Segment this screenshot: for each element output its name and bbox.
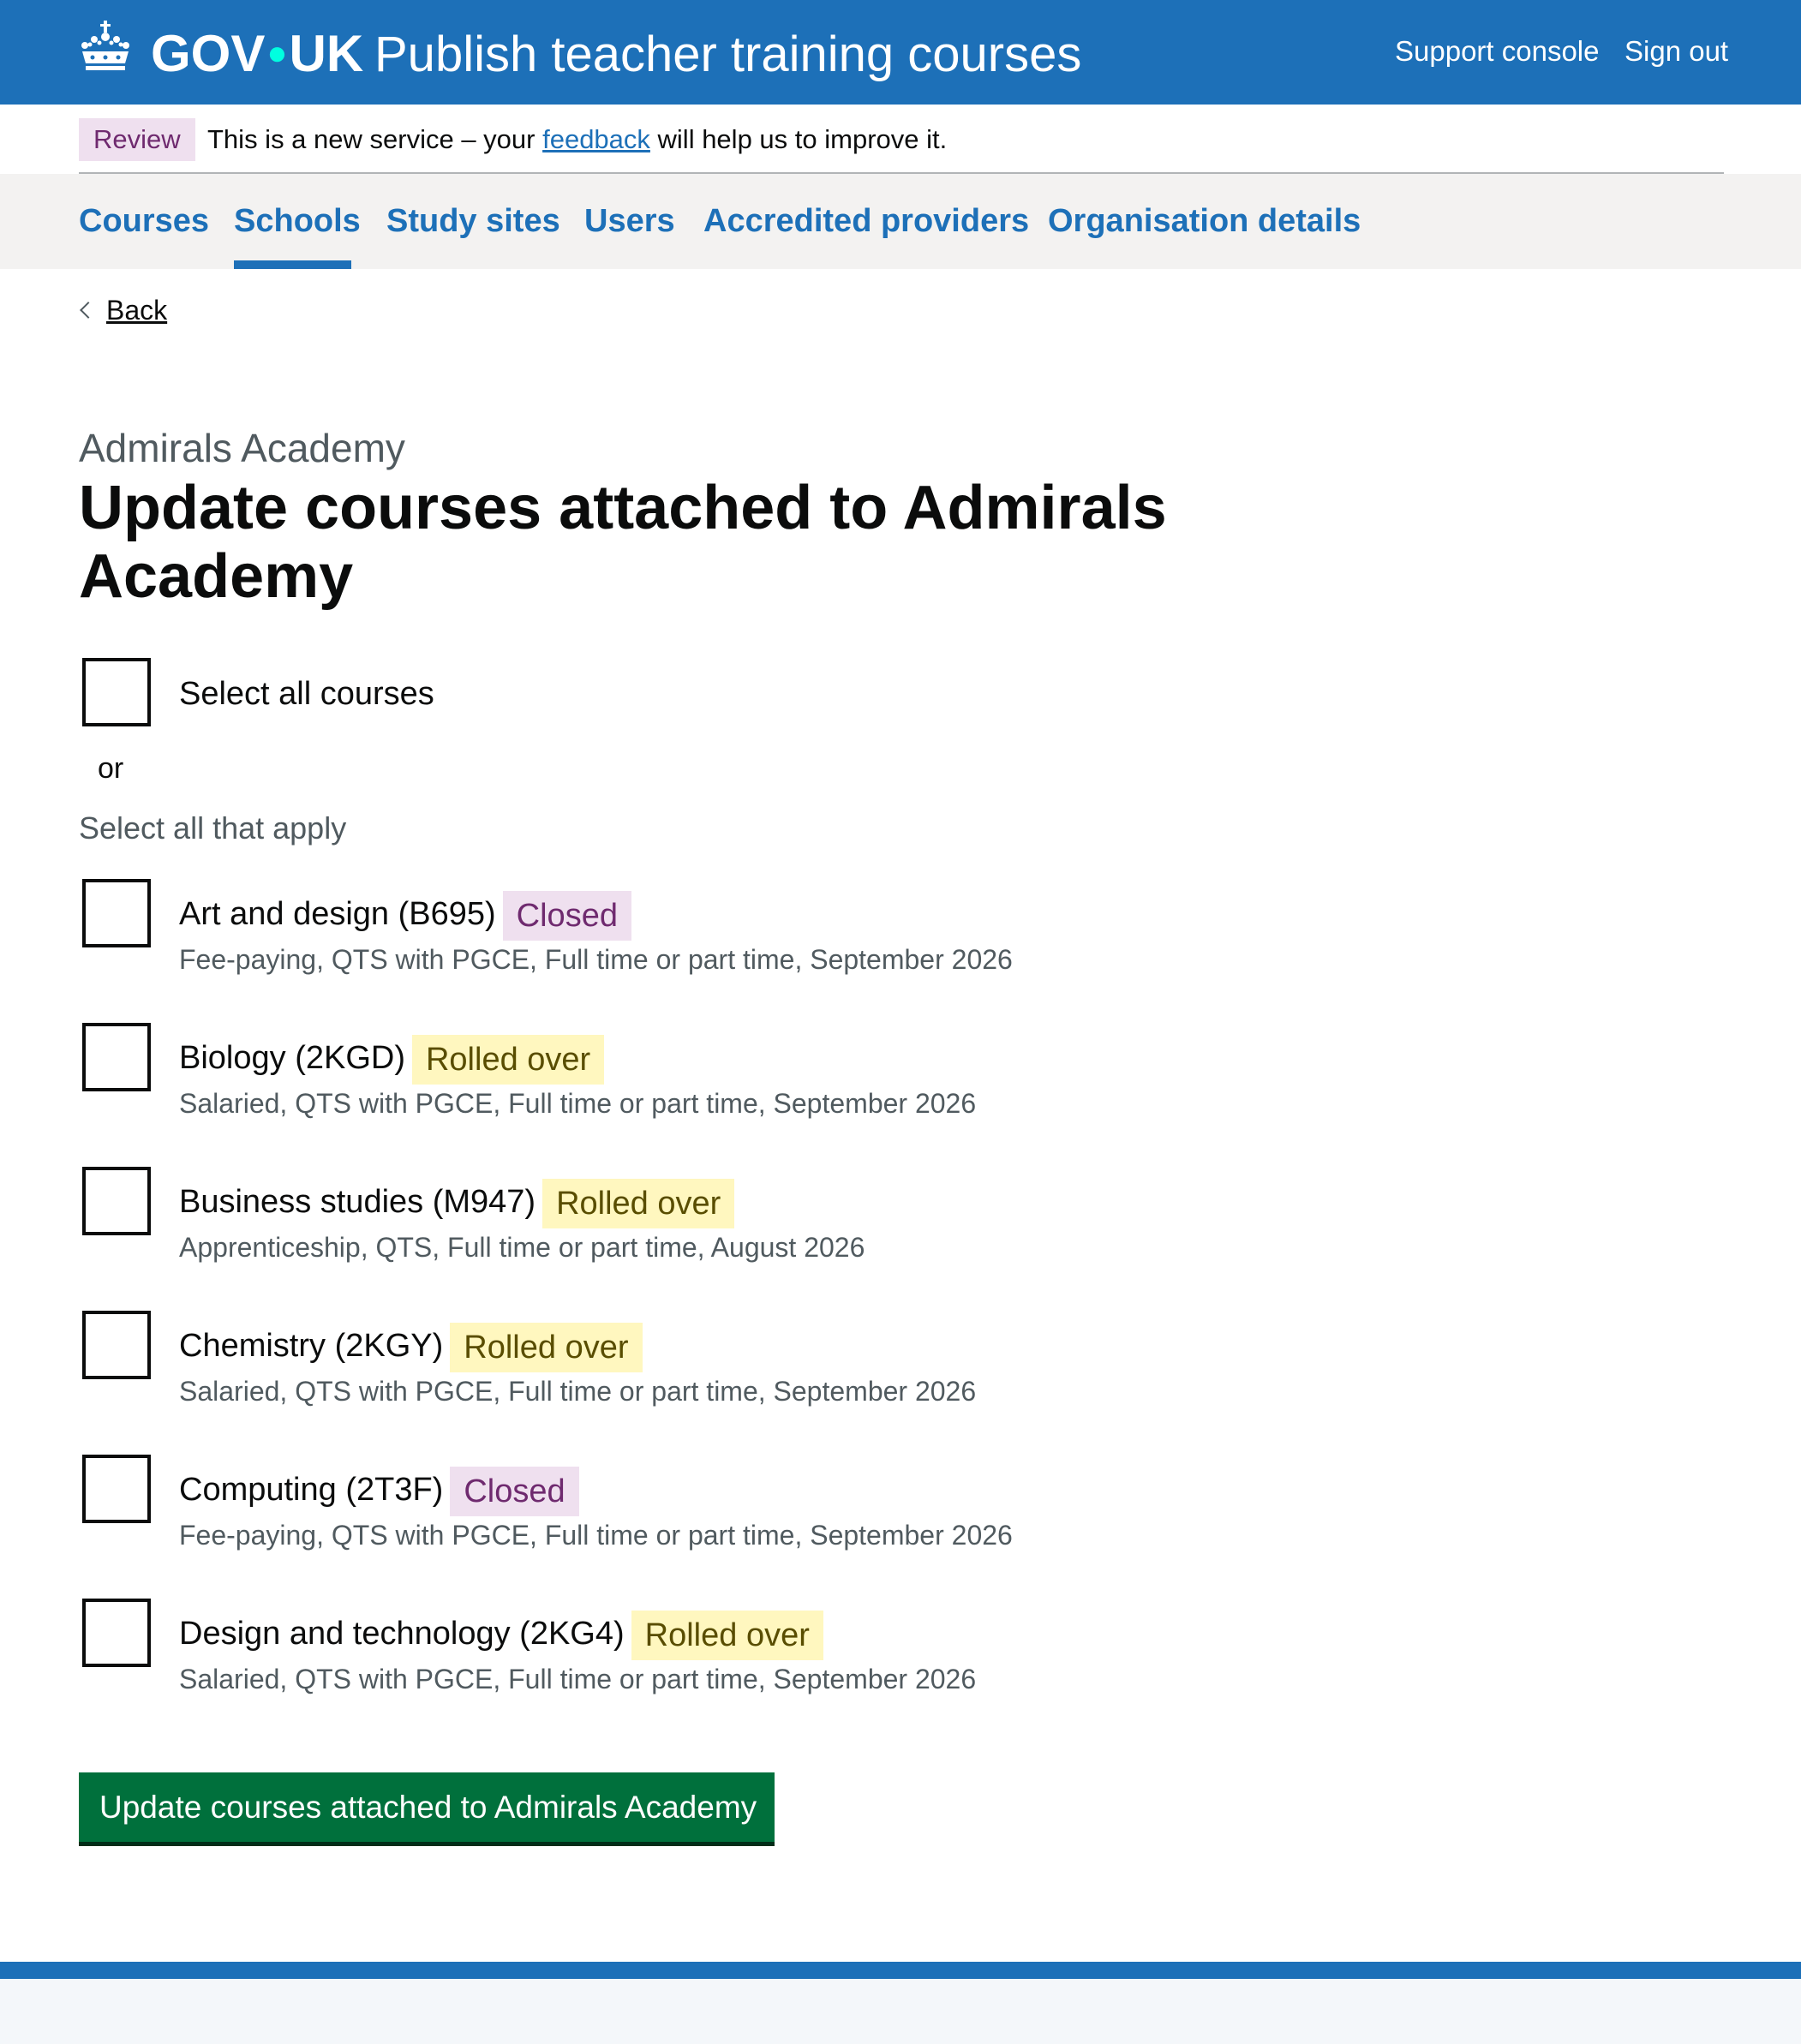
course-checkbox-item[interactable]: Art and design (B695) Closed Fee-paying, … xyxy=(79,879,1107,975)
update-courses-button[interactable]: Update courses attached to Admirals Acad… xyxy=(79,1772,775,1842)
course-label[interactable]: Biology (2KGD) Rolled over xyxy=(179,1035,605,1085)
feedback-link[interactable]: feedback xyxy=(542,124,650,154)
logotype-dot: ● xyxy=(266,34,288,72)
phase-banner: Review This is a new service – your feed… xyxy=(79,105,1724,174)
govuk-logotype[interactable]: GOV●UK xyxy=(151,22,363,85)
course-name: Computing (2T3F) xyxy=(179,1472,444,1509)
course-details: Fee-paying, QTS with PGCE, Full time or … xyxy=(179,944,1013,975)
govuk-logotype-gov: GOV xyxy=(151,25,266,82)
course-details: Salaried, QTS with PGCE, Full time or pa… xyxy=(179,1088,977,1119)
back-link-label: Back xyxy=(106,295,168,326)
course-label[interactable]: Chemistry (2KGY) Rolled over xyxy=(179,1323,643,1372)
course-label[interactable]: Computing (2T3F) Closed xyxy=(179,1467,579,1516)
status-tag: Closed xyxy=(450,1467,579,1516)
course-checkbox[interactable] xyxy=(82,1311,151,1379)
select-all-checkbox-item[interactable]: Select all courses xyxy=(79,658,850,728)
chevron-left-icon xyxy=(80,302,97,319)
course-checkbox-item[interactable]: Computing (2T3F) Closed Fee-paying, QTS w… xyxy=(79,1455,1107,1551)
footer xyxy=(0,1979,1801,2044)
nav-item-organisation-details[interactable]: Organisation details xyxy=(1048,200,1361,242)
course-name: Biology (2KGD) xyxy=(179,1040,405,1077)
page-caption: Admirals Academy xyxy=(79,426,405,470)
select-all-label[interactable]: Select all courses xyxy=(179,672,434,715)
course-checkbox[interactable] xyxy=(82,1023,151,1091)
nav-item-accredited-providers[interactable]: Accredited providers xyxy=(703,200,1029,242)
select-all-checkbox[interactable] xyxy=(82,658,151,726)
status-tag: Rolled over xyxy=(631,1611,823,1660)
govuk-logotype-uk: UK xyxy=(289,25,364,82)
course-details: Apprenticeship, QTS, Full time or part t… xyxy=(179,1232,865,1263)
status-tag: Rolled over xyxy=(411,1035,605,1085)
nav-item-users[interactable]: Users xyxy=(584,200,675,242)
course-checkbox-item[interactable]: Design and technology (2KG4) Rolled over … xyxy=(79,1599,1107,1694)
course-name: Art and design (B695) xyxy=(179,896,496,933)
phase-tag: Review xyxy=(79,118,195,161)
page-title: Update courses attached to Admirals Acad… xyxy=(79,474,1167,611)
phase-text-after: will help us to improve it. xyxy=(649,124,948,154)
status-tag: Closed xyxy=(502,891,631,941)
course-label[interactable]: Art and design (B695) Closed xyxy=(179,891,631,941)
status-tag: Rolled over xyxy=(542,1179,735,1228)
or-divider: or xyxy=(98,752,124,785)
nav-item-schools[interactable]: Schools xyxy=(234,200,361,242)
course-checkbox[interactable] xyxy=(82,879,151,947)
phase-text-before: This is a new service – your xyxy=(207,124,543,154)
course-label[interactable]: Design and technology (2KG4) Rolled over xyxy=(179,1611,823,1660)
select-hint: Select all that apply xyxy=(79,810,347,846)
course-details: Salaried, QTS with PGCE, Full time or pa… xyxy=(179,1376,977,1407)
phase-banner-text: This is a new service – your feedback wi… xyxy=(207,118,947,161)
back-link[interactable]: Back xyxy=(79,291,167,329)
nav-item-courses[interactable]: Courses xyxy=(79,200,209,242)
course-name: Design and technology (2KG4) xyxy=(179,1616,625,1653)
service-name[interactable]: Publish teacher training courses xyxy=(374,24,1081,86)
course-label[interactable]: Business studies (M947) Rolled over xyxy=(179,1179,735,1228)
course-checkbox[interactable] xyxy=(82,1455,151,1523)
course-checkbox[interactable] xyxy=(82,1167,151,1235)
nav-active-indicator xyxy=(234,260,351,269)
footer-top-border xyxy=(0,1962,1801,1979)
header: GOV●UK Publish teacher training courses … xyxy=(0,0,1801,105)
crown-logo-icon xyxy=(81,21,129,70)
sign-out-link[interactable]: Sign out xyxy=(1624,33,1728,70)
course-checkbox-item[interactable]: Chemistry (2KGY) Rolled over Salaried, QT… xyxy=(79,1311,1107,1407)
course-checkbox-item[interactable]: Biology (2KGD) Rolled over Salaried, QTS … xyxy=(79,1023,1107,1119)
course-name: Business studies (M947) xyxy=(179,1184,536,1221)
support-console-link[interactable]: Support console xyxy=(1395,33,1600,70)
primary-navigation: Courses Schools Study sites Users Accred… xyxy=(0,174,1801,269)
course-details: Salaried, QTS with PGCE, Full time or pa… xyxy=(179,1664,977,1694)
course-name: Chemistry (2KGY) xyxy=(179,1328,444,1365)
course-checkbox[interactable] xyxy=(82,1599,151,1667)
nav-item-study-sites[interactable]: Study sites xyxy=(386,200,560,242)
course-checkbox-item[interactable]: Business studies (M947) Rolled over Appre… xyxy=(79,1167,1107,1263)
status-tag: Rolled over xyxy=(450,1323,643,1372)
course-details: Fee-paying, QTS with PGCE, Full time or … xyxy=(179,1520,1013,1551)
